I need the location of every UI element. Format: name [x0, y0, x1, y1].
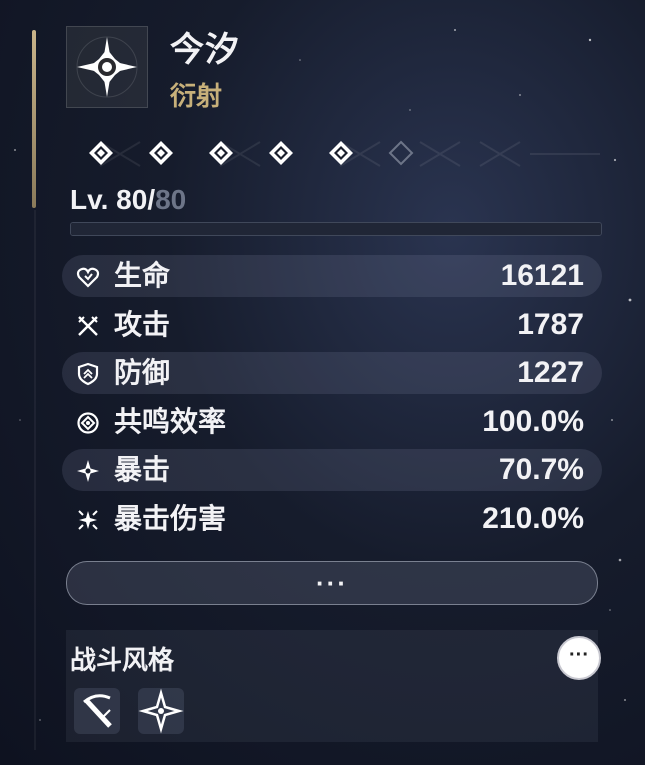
combat-style-slot-2[interactable] — [138, 688, 184, 734]
resonance-icon — [76, 411, 100, 435]
crit-star-icon — [76, 459, 100, 483]
selection-accent-bar — [32, 30, 36, 208]
stats-list: 生命 16121 攻击 1787 防御 1227 共鸣效率 100.0% 暴击 70.7% 暴击伤害… — [62, 255, 602, 546]
combat-style-title: 战斗风格 — [70, 645, 175, 675]
character-name: 今汐 — [170, 31, 240, 69]
combat-style-menu-label: ··· — [569, 644, 589, 666]
heart-icon — [76, 265, 100, 289]
stat-row[interactable]: 攻击 1787 — [62, 304, 602, 346]
weapon-type-label: 衍射 — [170, 81, 223, 111]
stat-value: 70.7% — [498, 453, 584, 486]
shield-icon — [76, 362, 100, 386]
xp-progress-fill — [71, 223, 601, 235]
sequence-node-6[interactable] — [388, 140, 414, 166]
stat-row[interactable]: 暴击伤害 210.0% — [62, 498, 602, 540]
level-display: Lv. 80/80 — [70, 184, 186, 216]
stat-value: 1787 — [517, 307, 584, 341]
panel-divider-line — [34, 210, 36, 750]
stat-label: 生命 — [114, 260, 171, 291]
stat-label: 攻击 — [114, 308, 171, 340]
level-max: 80 — [155, 184, 187, 215]
character-emblem — [66, 26, 148, 108]
level-current: 80 — [116, 184, 148, 215]
stat-value: 100.0% — [482, 404, 584, 438]
sequence-node-4[interactable] — [268, 140, 294, 166]
level-prefix: Lv. — [70, 184, 117, 215]
sequence-node-5[interactable] — [328, 140, 354, 166]
stat-row[interactable]: 生命 16121 — [62, 255, 602, 297]
stat-label: 暴击伤害 — [114, 502, 227, 534]
stat-row[interactable]: 防御 1227 — [62, 352, 602, 394]
level-separator: / — [147, 184, 156, 215]
combat-style-slot-1[interactable] — [74, 688, 120, 734]
stat-row[interactable]: 暴击 70.7% — [62, 449, 602, 491]
stat-label: 防御 — [114, 357, 171, 388]
stat-row[interactable]: 共鸣效率 100.0% — [62, 401, 602, 443]
stat-value: 210.0% — [482, 501, 584, 535]
more-stats-label: ··· — [316, 568, 348, 598]
crit-damage-icon — [76, 508, 100, 532]
stat-value: 1227 — [517, 356, 584, 389]
diffraction-star-icon — [76, 36, 138, 98]
slash-blade-icon — [83, 694, 112, 728]
stat-label: 暴击 — [114, 454, 171, 485]
xp-progress-bar — [70, 222, 602, 236]
crossed-swords-icon — [76, 314, 100, 338]
sparkle-star-icon — [138, 688, 184, 734]
more-stats-button[interactable]: ··· — [66, 561, 598, 605]
sequence-nodes — [80, 134, 600, 174]
stat-label: 共鸣效率 — [114, 405, 227, 437]
sequence-node-1[interactable] — [88, 140, 114, 166]
sequence-node-2[interactable] — [148, 140, 174, 166]
stat-value: 16121 — [500, 259, 584, 292]
sequence-node-3[interactable] — [208, 140, 234, 166]
combat-style-menu-button[interactable]: ··· — [557, 636, 601, 680]
